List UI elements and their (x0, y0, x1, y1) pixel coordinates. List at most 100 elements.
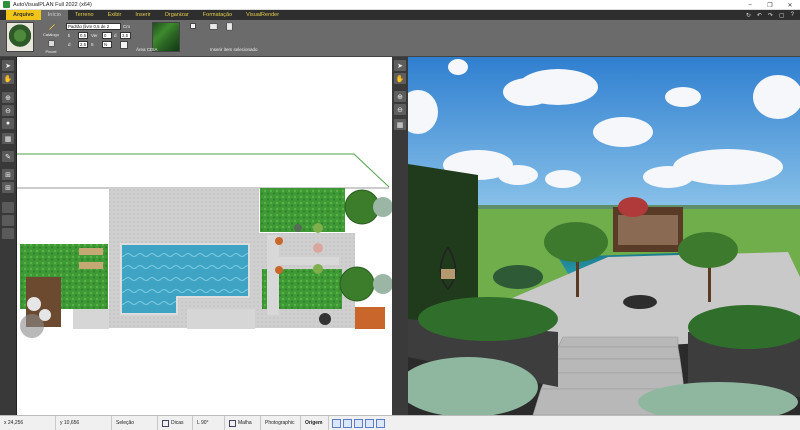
plan-drawing (17, 153, 392, 338)
tab-exibir[interactable]: Exibir (101, 10, 129, 20)
layer3-tool[interactable] (2, 228, 14, 239)
tab-inicio[interactable]: Início (40, 10, 68, 20)
bottom-walkway (73, 309, 109, 329)
zoom-out-3d-tool[interactable]: ⊖ (394, 104, 406, 115)
grid-icon (229, 419, 236, 427)
zoom-in-tool[interactable]: ⊕ (2, 92, 14, 103)
render-3d-view[interactable] (408, 57, 800, 415)
hand-tool[interactable]: ✋ (2, 73, 14, 84)
plant-dot-1 (313, 223, 323, 233)
tab-arquivo[interactable]: Arquivo (6, 10, 41, 20)
shrub-2 (339, 266, 375, 302)
layer-tool[interactable] (2, 202, 14, 213)
plant-dot-3 (313, 264, 323, 274)
fire-pit-3d (623, 295, 657, 309)
render-mode-button[interactable]: Photographic (261, 415, 301, 430)
window-title: AutoVisualPLAN Full 2022 (x64) (13, 1, 92, 8)
redo-icon[interactable]: ↷ (768, 12, 773, 19)
hand-3d-tool[interactable]: ✋ (394, 73, 406, 84)
tab-visualrender[interactable]: VisualRender (239, 10, 286, 20)
foliage-left (418, 297, 558, 341)
measure-tool[interactable]: ▦ (2, 133, 14, 144)
cm-label: Cm (123, 24, 130, 29)
tab-organizar[interactable]: Organizar (158, 10, 196, 20)
document-icon (226, 22, 232, 31)
pergola-back (618, 215, 678, 245)
tab-terreno[interactable]: Terreno (68, 10, 101, 20)
paint-pattern-select[interactable]: Padrão (livre 0,5 de 2 (66, 23, 121, 30)
flowering-tree (618, 197, 648, 217)
field-3-input[interactable]: 2,5 (120, 32, 131, 39)
undo-icon[interactable]: ↶ (757, 12, 762, 19)
refresh-icon[interactable]: ↻ (746, 12, 751, 19)
quick-access: ↻ ↶ ↷ ▢ ? (746, 10, 794, 20)
status-bar: x 24,256 y 10,656 Seleção Dicas L 90° Ma… (0, 415, 800, 430)
left-toolbar: ➤ ✋ ⊕ ⊖ ● ▦ ✎ ⊞ ⊞ (0, 57, 17, 415)
view-button-4[interactable] (365, 418, 374, 428)
top-right-garden (260, 188, 345, 232)
pot-1 (275, 237, 283, 245)
view-button-2[interactable] (343, 418, 352, 428)
insert-icon (209, 23, 217, 30)
app-logo-icon (3, 1, 10, 8)
field-5-label: 5 (91, 42, 94, 47)
insert-hint-label: Inserir item selecionado (210, 47, 258, 52)
tab-formatacao[interactable]: Formatação (196, 10, 239, 20)
plant-dot-4 (294, 224, 302, 232)
help-icon[interactable]: ? (791, 12, 794, 18)
brush-icon (48, 40, 54, 47)
shrub-4 (373, 274, 392, 294)
field-1-label: ti (68, 33, 71, 38)
angle-label: L 90° (197, 420, 209, 426)
field-2-input[interactable]: 0 (102, 32, 112, 39)
hanging-chair-seat (441, 269, 455, 279)
view-button-1[interactable] (332, 418, 341, 428)
field-2-label: Ver (91, 33, 98, 38)
planter-box (355, 307, 385, 329)
view3d-toolbar: ➤ ✋ ⊕ ⊖ ▦ (392, 57, 408, 415)
field-4-input[interactable]: 2,5 (78, 41, 88, 48)
status-mode: Seleção (112, 415, 158, 430)
lounger-2 (79, 262, 103, 269)
grid-button[interactable]: Malha (225, 415, 261, 430)
grid-tool[interactable]: ⊞ (2, 169, 14, 180)
layer2-tool[interactable] (2, 215, 14, 226)
render-3d-scene (408, 57, 800, 415)
tab-inserir[interactable]: Inserir (128, 10, 157, 20)
zoom-in-3d-tool[interactable]: ⊕ (394, 91, 406, 102)
grid2-tool[interactable]: ⊞ (2, 182, 14, 193)
plant-dot-2 (313, 243, 323, 253)
white-plant-2 (39, 309, 51, 321)
color-swatch[interactable] (120, 41, 128, 49)
expand-icon[interactable] (190, 23, 196, 29)
status-x-coordinate: x 24,256 (0, 415, 56, 430)
fire-pit (319, 313, 331, 325)
view-buttons (329, 418, 385, 428)
zoom-out-tool[interactable]: ⊖ (2, 105, 14, 116)
angle-button[interactable]: L 90° (193, 415, 225, 430)
status-y-coordinate: y 10,656 (56, 415, 112, 430)
camera-3d-tool[interactable]: ▦ (394, 119, 406, 130)
field-5-input[interactable]: N (102, 41, 112, 48)
minimize-button[interactable]: – (740, 0, 760, 10)
tips-button[interactable]: Dicas (158, 415, 193, 430)
window-icon[interactable]: ▢ (779, 12, 785, 19)
close-button[interactable]: ✕ (780, 0, 800, 10)
grid-label: Malha (238, 420, 252, 426)
plan-view-canvas[interactable] (17, 57, 392, 415)
brush-label: Pincel (45, 49, 57, 54)
select-3d-tool[interactable]: ➤ (394, 60, 406, 71)
field-1-input[interactable]: 0,5 (78, 32, 88, 39)
zoom-circle-tool[interactable]: ● (2, 118, 14, 129)
select-arrow-tool[interactable]: ➤ (2, 60, 14, 71)
tips-label: Dicas (171, 420, 184, 426)
catalog-button[interactable]: Catálogo Pincel (40, 22, 62, 54)
view-button-3[interactable] (354, 418, 363, 428)
white-plant-1 (27, 297, 41, 311)
title-bar: AutoVisualPLAN Full 2022 (x64) – ❐ ✕ (0, 0, 800, 10)
pencil-tool[interactable]: ✎ (2, 151, 14, 162)
view-button-5[interactable] (376, 418, 385, 428)
origin-button[interactable]: Origem (301, 415, 329, 430)
plant-thumbnail[interactable] (6, 22, 34, 52)
maximize-button[interactable]: ❐ (760, 0, 780, 10)
